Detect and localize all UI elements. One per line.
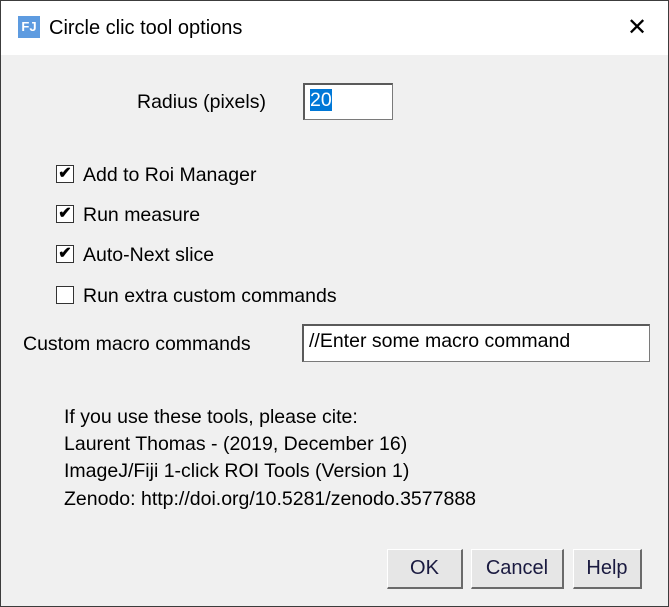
radius-label: Radius (pixels) [137,91,266,113]
run-measure-label[interactable]: Run measure [83,204,200,227]
citation-line: If you use these tools, please cite: [64,406,358,428]
macro-label: Custom macro commands [23,333,251,355]
ok-button[interactable]: OK [387,549,463,589]
citation-line: Zenodo: http://doi.org/10.5281/zenodo.35… [64,488,477,510]
run-extra-commands-checkbox[interactable] [56,286,74,304]
fiji-icon: FJ [18,16,40,38]
citation-line: Laurent Thomas - (2019, December 16) [64,433,408,455]
radius-input[interactable]: 20 [303,83,393,120]
close-icon[interactable]: ✕ [620,11,654,45]
citation-line: ImageJ/Fiji 1-click ROI Tools (Version 1… [64,460,410,482]
check-icon: ✔ [58,245,72,262]
check-icon: ✔ [58,165,72,182]
cancel-button[interactable]: Cancel [471,549,564,589]
run-measure-checkbox[interactable]: ✔ [56,205,74,223]
auto-next-slice-label[interactable]: Auto-Next slice [83,244,214,267]
auto-next-slice-checkbox[interactable]: ✔ [56,245,74,263]
title-bar: FJ Circle clic tool options ✕ [1,1,668,55]
check-icon: ✔ [58,205,72,222]
add-to-roi-manager-label[interactable]: Add to Roi Manager [83,164,256,187]
add-to-roi-manager-checkbox[interactable]: ✔ [56,165,74,183]
window-title: Circle clic tool options [49,17,243,39]
radius-value: 20 [310,89,332,111]
macro-input[interactable]: //Enter some macro command [302,324,650,362]
dialog-window: FJ Circle clic tool options ✕ Radius (pi… [0,0,669,607]
run-extra-commands-label[interactable]: Run extra custom commands [83,285,337,308]
help-button[interactable]: Help [573,549,642,589]
